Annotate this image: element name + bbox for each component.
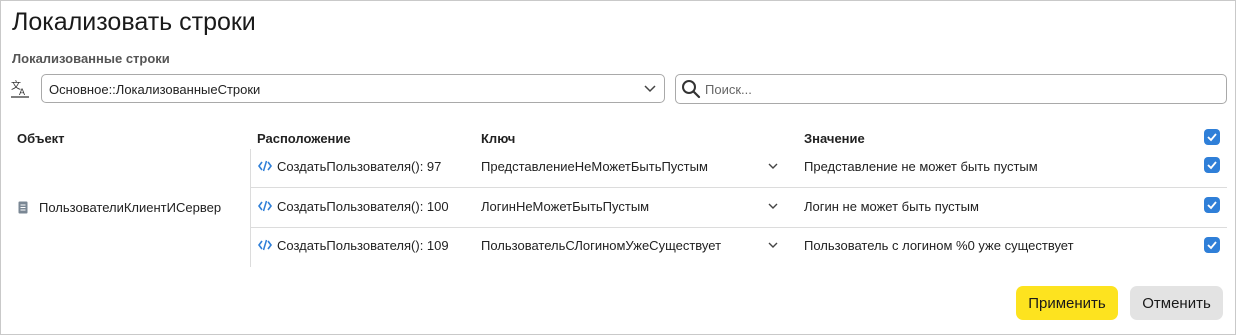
table-row[interactable]: СоздатьПользователя(): 100 ЛогинНеМожетБ… bbox=[251, 188, 1227, 228]
code-icon bbox=[258, 200, 272, 212]
checkmark-icon bbox=[1207, 161, 1217, 170]
localize-strings-dialog: Локализовать строки Локализованные строк… bbox=[0, 0, 1236, 335]
column-header-key: Ключ bbox=[481, 131, 516, 146]
table-row[interactable]: СоздатьПользователя(): 109 ПользовательС… bbox=[251, 227, 1227, 266]
section-label: Локализованные строки bbox=[12, 51, 170, 66]
column-header-object: Объект bbox=[17, 131, 65, 146]
key-select[interactable]: ПредставлениеНеМожетБытьПустым bbox=[481, 159, 708, 174]
search-box[interactable] bbox=[675, 74, 1227, 104]
row-checkbox[interactable] bbox=[1204, 237, 1220, 253]
key-select[interactable]: ПользовательСЛогиномУжеСуществует bbox=[481, 238, 721, 253]
key-select[interactable]: ЛогинНеМожетБытьПустым bbox=[481, 199, 649, 214]
code-icon bbox=[258, 239, 272, 251]
object-name: ПользователиКлиентИСервер bbox=[39, 200, 222, 215]
chevron-down-icon[interactable] bbox=[768, 202, 778, 210]
chevron-down-icon[interactable] bbox=[768, 162, 778, 170]
search-input[interactable] bbox=[705, 80, 1205, 98]
checkmark-icon bbox=[1207, 201, 1217, 210]
location-link[interactable]: СоздатьПользователя(): 109 bbox=[277, 238, 449, 253]
translate-icon: 文 A bbox=[11, 79, 29, 98]
strings-source-value: Основное::ЛокализованныеСтроки bbox=[49, 82, 261, 97]
location-link[interactable]: СоздатьПользователя(): 100 bbox=[277, 199, 449, 214]
svg-text:A: A bbox=[19, 87, 25, 97]
dialog-title: Локализовать строки bbox=[12, 8, 256, 36]
select-all-checkbox[interactable] bbox=[1204, 129, 1220, 145]
chevron-down-icon[interactable] bbox=[768, 241, 778, 249]
row-checkbox[interactable] bbox=[1204, 197, 1220, 213]
row-checkbox[interactable] bbox=[1204, 157, 1220, 173]
value-text: Логин не может быть пустым bbox=[804, 199, 979, 214]
column-header-value: Значение bbox=[804, 131, 865, 146]
chevron-down-icon bbox=[644, 85, 656, 93]
value-text: Пользователь с логином %0 уже существует bbox=[804, 238, 1074, 253]
location-link[interactable]: СоздатьПользователя(): 97 bbox=[277, 159, 441, 174]
checkmark-icon bbox=[1207, 133, 1217, 142]
checkmark-icon bbox=[1207, 241, 1217, 250]
strings-source-select[interactable]: Основное::ЛокализованныеСтроки bbox=[41, 74, 665, 103]
table-row[interactable]: СоздатьПользователя(): 97 ПредставлениеН… bbox=[251, 148, 1227, 188]
apply-button[interactable]: Применить bbox=[1016, 286, 1118, 320]
code-icon bbox=[258, 160, 272, 172]
cancel-button[interactable]: Отменить bbox=[1130, 286, 1223, 320]
column-header-location: Расположение bbox=[257, 131, 351, 146]
value-text: Представление не может быть пустым bbox=[804, 159, 1038, 174]
search-icon bbox=[682, 80, 701, 99]
module-icon bbox=[18, 201, 28, 214]
